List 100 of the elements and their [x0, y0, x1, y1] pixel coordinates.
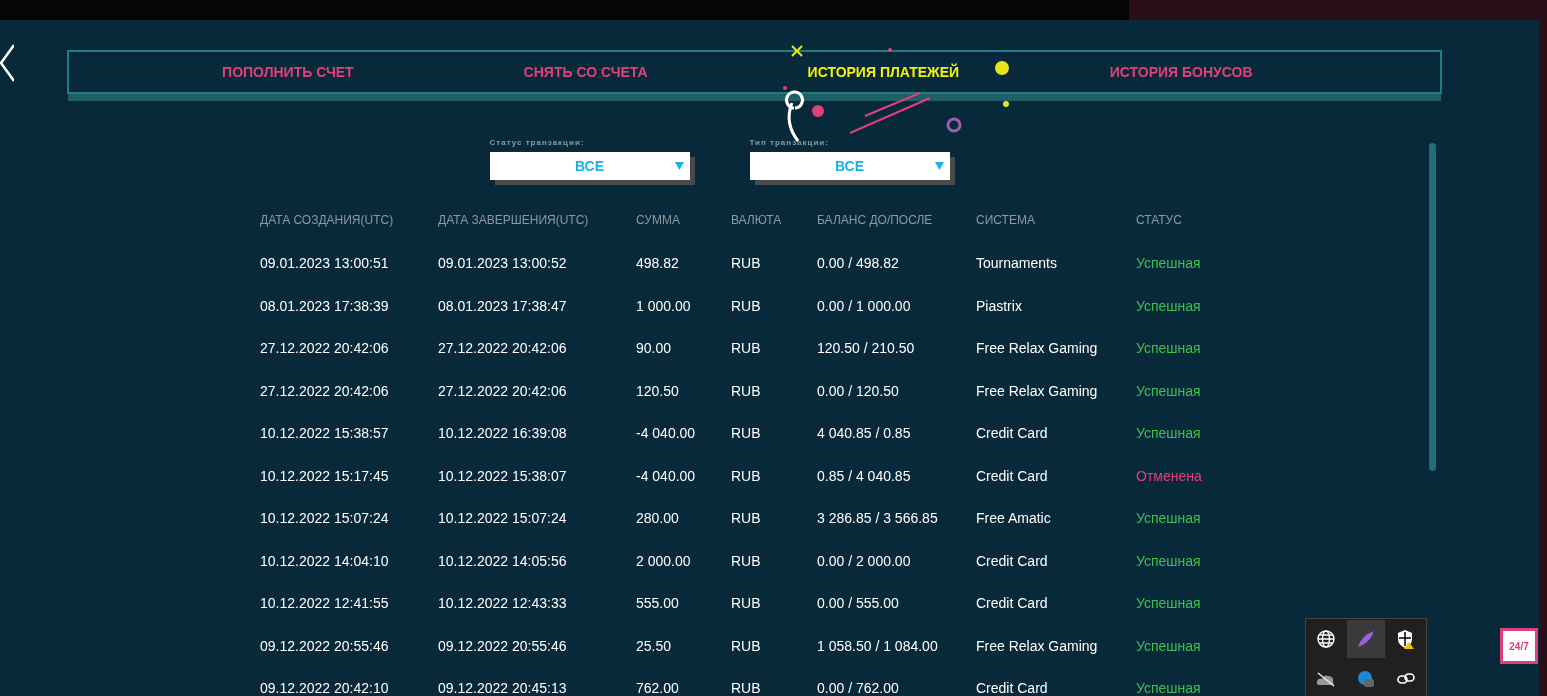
table-cell-text: 0.85 / 4 040.85 — [816, 466, 912, 486]
table-cell-text: 27.12.2022 20:42:06 — [437, 339, 568, 359]
table-cell-text: 1 000.00 — [635, 296, 692, 316]
table-cell-text: 10.12.2022 16:39:08 — [437, 424, 568, 444]
table-cell-text: RUB — [730, 254, 762, 274]
status-cell-text: Успешная — [1135, 424, 1202, 444]
column-header: СУММА — [635, 212, 681, 229]
caret-icon — [674, 162, 684, 170]
table-cell-text: 09.12.2022 20:42:10 — [259, 679, 390, 696]
table-cell-text: 120.50 / 210.50 — [816, 339, 916, 359]
table-cell-text: RUB — [730, 551, 762, 571]
table-cell-text: 09.01.2023 13:00:52 — [437, 254, 568, 274]
table-cell-text: 0.00 / 2 000.00 — [816, 551, 912, 571]
globe-icon[interactable] — [1317, 630, 1335, 648]
table-cell-text: 09.12.2022 20:55:46 — [259, 636, 390, 656]
table-cell-text: 08.01.2023 17:38:47 — [437, 296, 568, 316]
tab[interactable]: СНЯТЬ СО СЧЕТА — [436, 60, 735, 84]
table-cell-text: 2 000.00 — [635, 551, 692, 571]
scrollbar[interactable] — [1429, 143, 1436, 471]
shield-icon[interactable] — [1397, 629, 1415, 649]
table-cell-text: 27.12.2022 20:42:06 — [437, 381, 568, 401]
table-cell-text: 3 286.85 / 3 566.85 — [816, 509, 939, 529]
table-cell-text: 0.00 / 498.82 — [816, 254, 900, 274]
table-cell-text: Credit Card — [975, 424, 1049, 444]
status-cell-text: Отменена — [1135, 466, 1203, 486]
status-cell-text: Успешная — [1135, 509, 1202, 529]
table-cell-text: 10.12.2022 12:43:33 — [437, 594, 568, 614]
table-cell-text: 555.00 — [635, 594, 680, 614]
column-header: ДАТА ЗАВЕРШЕНИЯ(UTC) — [437, 212, 590, 229]
filter-label: Статус транзакции: — [489, 138, 586, 147]
filter-label: Тип транзакции: — [749, 138, 830, 147]
cloud-icon[interactable] — [1316, 671, 1336, 687]
table-cell-text: RUB — [730, 509, 762, 529]
close-icon[interactable] — [0, 44, 14, 82]
table-cell-text: 27.12.2022 20:42:06 — [259, 339, 390, 359]
table-cell-text: 09.12.2022 20:45:13 — [437, 679, 568, 696]
table-cell-text: 10.12.2022 15:17:45 — [259, 466, 390, 486]
column-header: БАЛАНС ДО/ПОСЛЕ — [816, 212, 934, 229]
table-cell-text: 09.01.2023 13:00:51 — [259, 254, 390, 274]
table-cell-text: 0.00 / 1 000.00 — [816, 296, 912, 316]
column-header: ДАТА СОЗДАНИЯ(UTC) — [259, 212, 395, 229]
table-cell-text: 10.12.2022 15:38:07 — [437, 466, 568, 486]
table-cell-text: 498.82 — [635, 254, 680, 274]
table-cell-text: RUB — [730, 424, 762, 444]
tab[interactable]: ИСТОРИЯ БОНУСОВ — [1032, 60, 1330, 84]
table-cell-text: 10.12.2022 12:41:55 — [259, 594, 390, 614]
table-cell-text: 120.50 — [635, 381, 680, 401]
table-cell-text: 4 040.85 / 0.85 — [816, 424, 912, 444]
table-cell-text: 10.12.2022 14:04:10 — [259, 551, 390, 571]
tab[interactable]: ИСТОРИЯ ПЛАТЕЖЕЙ — [734, 60, 1033, 84]
table-cell-text: Piastrix — [975, 296, 1023, 316]
table-cell-text: Credit Card — [975, 466, 1049, 486]
support-chat-button[interactable]: 24/7 — [1500, 628, 1538, 664]
status-cell-text: Успешная — [1135, 551, 1202, 571]
table-cell-text: 10.12.2022 15:07:24 — [437, 509, 568, 529]
caret-icon — [934, 162, 944, 170]
table-cell-text: 0.00 / 555.00 — [816, 594, 900, 614]
table-cell-text: Free Relax Gaming — [975, 381, 1099, 401]
table-cell-text: RUB — [730, 466, 762, 486]
status-cell-text: Успешная — [1135, 594, 1202, 614]
status-cell-text: Успешная — [1135, 296, 1202, 316]
table-cell-text: RUB — [730, 594, 762, 614]
column-header: СИСТЕМА — [975, 212, 1036, 229]
status-cell-text: Успешная — [1135, 339, 1202, 359]
link-icon[interactable] — [1397, 672, 1415, 686]
table-cell-text: Credit Card — [975, 551, 1049, 571]
table-cell-text: 0.00 / 762.00 — [816, 679, 900, 696]
table-cell-text: Free Relax Gaming — [975, 339, 1099, 359]
column-header: ВАЛЮТА — [730, 212, 783, 229]
status-cell-text: Успешная — [1135, 254, 1202, 274]
table-cell-text: Credit Card — [975, 594, 1049, 614]
table-cell-text: RUB — [730, 636, 762, 656]
table-cell-text: RUB — [730, 296, 762, 316]
table-cell-text: 280.00 — [635, 509, 680, 529]
status-cell-text: Успешная — [1135, 636, 1202, 656]
table-cell-text: 0.00 / 120.50 — [816, 381, 900, 401]
table-cell-text: 08.01.2023 17:38:39 — [259, 296, 390, 316]
table-cell-text: RUB — [730, 381, 762, 401]
column-header: СТАТУС — [1135, 212, 1183, 229]
table-cell-text: Free Relax Gaming — [975, 636, 1099, 656]
table-cell-text: 90.00 — [635, 339, 673, 359]
table-cell-text: 10.12.2022 15:38:57 — [259, 424, 390, 444]
table-cell-text: Credit Card — [975, 679, 1049, 696]
tab[interactable]: ПОПОЛНИТЬ СЧЕТ — [139, 60, 437, 84]
table-cell-text: RUB — [730, 339, 762, 359]
table-cell-text: 10.12.2022 15:07:24 — [259, 509, 390, 529]
table-cell-text: Free Amatic — [975, 509, 1052, 529]
table-cell-text: 762.00 — [635, 679, 680, 696]
table-cell-text: 25.50 — [635, 636, 673, 656]
table-cell-text: -4 040.00 — [635, 424, 697, 444]
tray-item[interactable] — [1347, 620, 1385, 658]
table-cell-text: 09.12.2022 20:55:46 — [437, 636, 568, 656]
table-cell-text: 10.12.2022 14:05:56 — [437, 551, 568, 571]
table-cell-text: -4 040.00 — [635, 466, 697, 486]
table-cell-text: 27.12.2022 20:42:06 — [259, 381, 390, 401]
status-cell-text: Успешная — [1135, 679, 1202, 696]
table-cell-text: RUB — [730, 679, 762, 696]
table-cell-text: 1 058.50 / 1 084.00 — [816, 636, 939, 656]
feather-icon — [1356, 629, 1376, 649]
status-cell-text: Успешная — [1135, 381, 1202, 401]
